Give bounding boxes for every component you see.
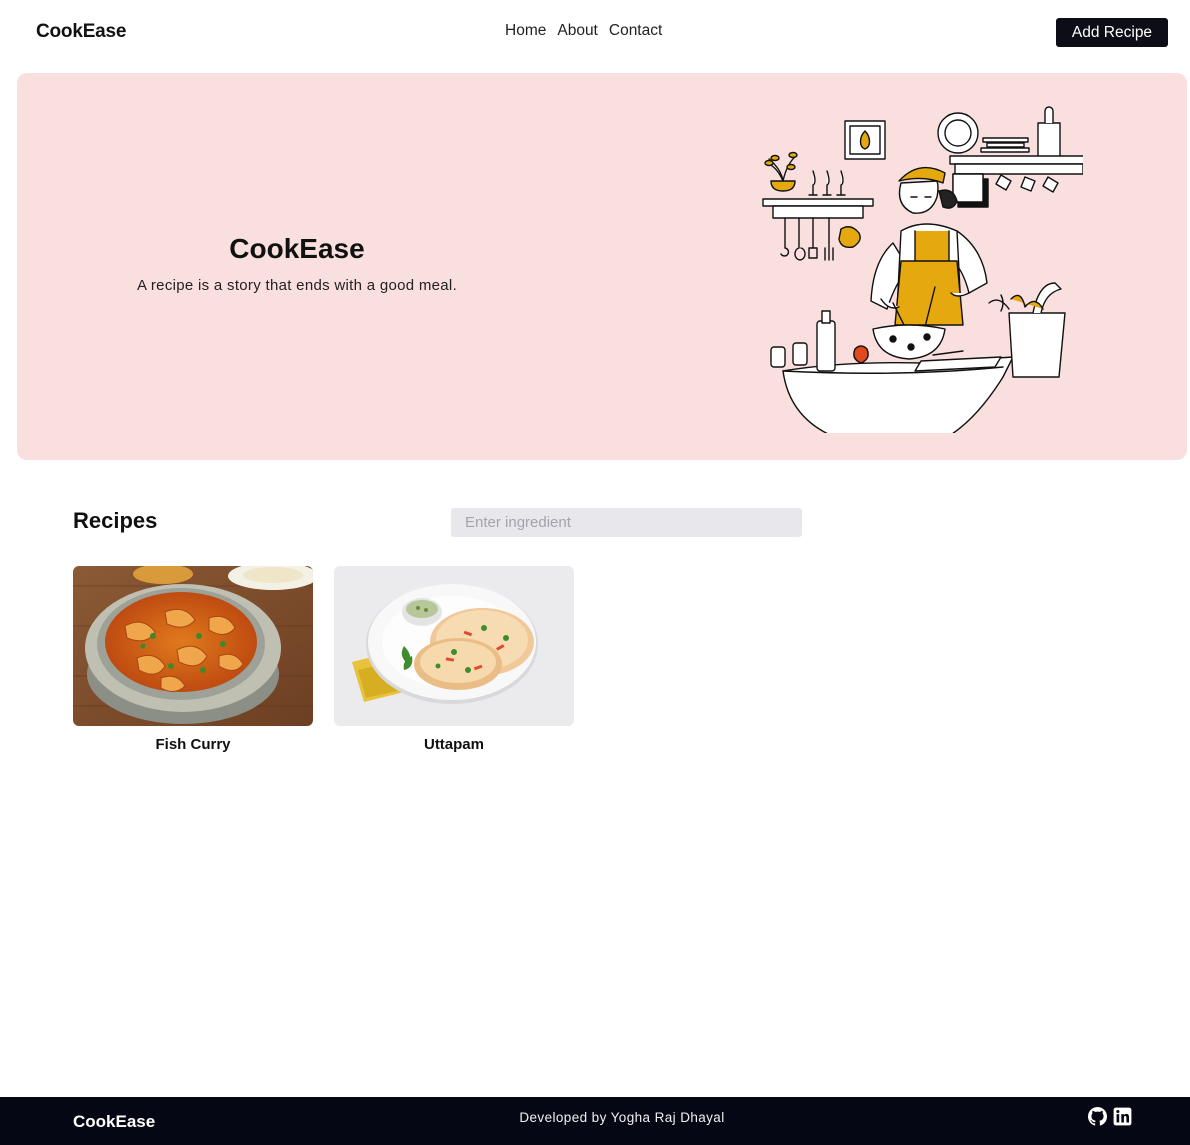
footer: CookEase Developed by Yogha Raj Dhayal [0, 1097, 1190, 1145]
footer-credit: Developed by Yogha Raj Dhayal [519, 1110, 725, 1125]
nav-link-contact[interactable]: Contact [609, 22, 662, 40]
hero-title: CookEase [229, 233, 365, 264]
ingredient-search-input[interactable] [451, 508, 802, 537]
cooking-woman-illustration [762, 106, 1083, 433]
navbar: CookEase Home About Contact Add Recipe [0, 0, 1190, 66]
footer-social-icons [1088, 1107, 1132, 1126]
github-icon[interactable] [1088, 1107, 1107, 1126]
linkedin-icon[interactable] [1113, 1107, 1132, 1126]
recipes-heading: Recipes [73, 508, 158, 533]
brand-logo[interactable]: CookEase [36, 21, 126, 43]
recipe-card-fish-curry[interactable]: Fish Curry [73, 566, 313, 753]
add-recipe-button[interactable]: Add Recipe [1056, 18, 1168, 47]
recipe-card-title: Fish Curry [155, 736, 231, 753]
hero-banner: CookEase A recipe is a story that ends w… [17, 73, 1187, 460]
nav-link-about[interactable]: About [557, 22, 598, 40]
nav-links: Home About Contact [505, 22, 662, 40]
recipe-card-uttapam[interactable]: Uttapam [334, 566, 574, 753]
fish-curry-image [73, 566, 313, 726]
uttapam-image [334, 566, 574, 726]
nav-link-home[interactable]: Home [505, 22, 546, 40]
hero-subtitle: A recipe is a story that ends with a goo… [136, 277, 458, 294]
recipe-card-title: Uttapam [423, 736, 484, 753]
